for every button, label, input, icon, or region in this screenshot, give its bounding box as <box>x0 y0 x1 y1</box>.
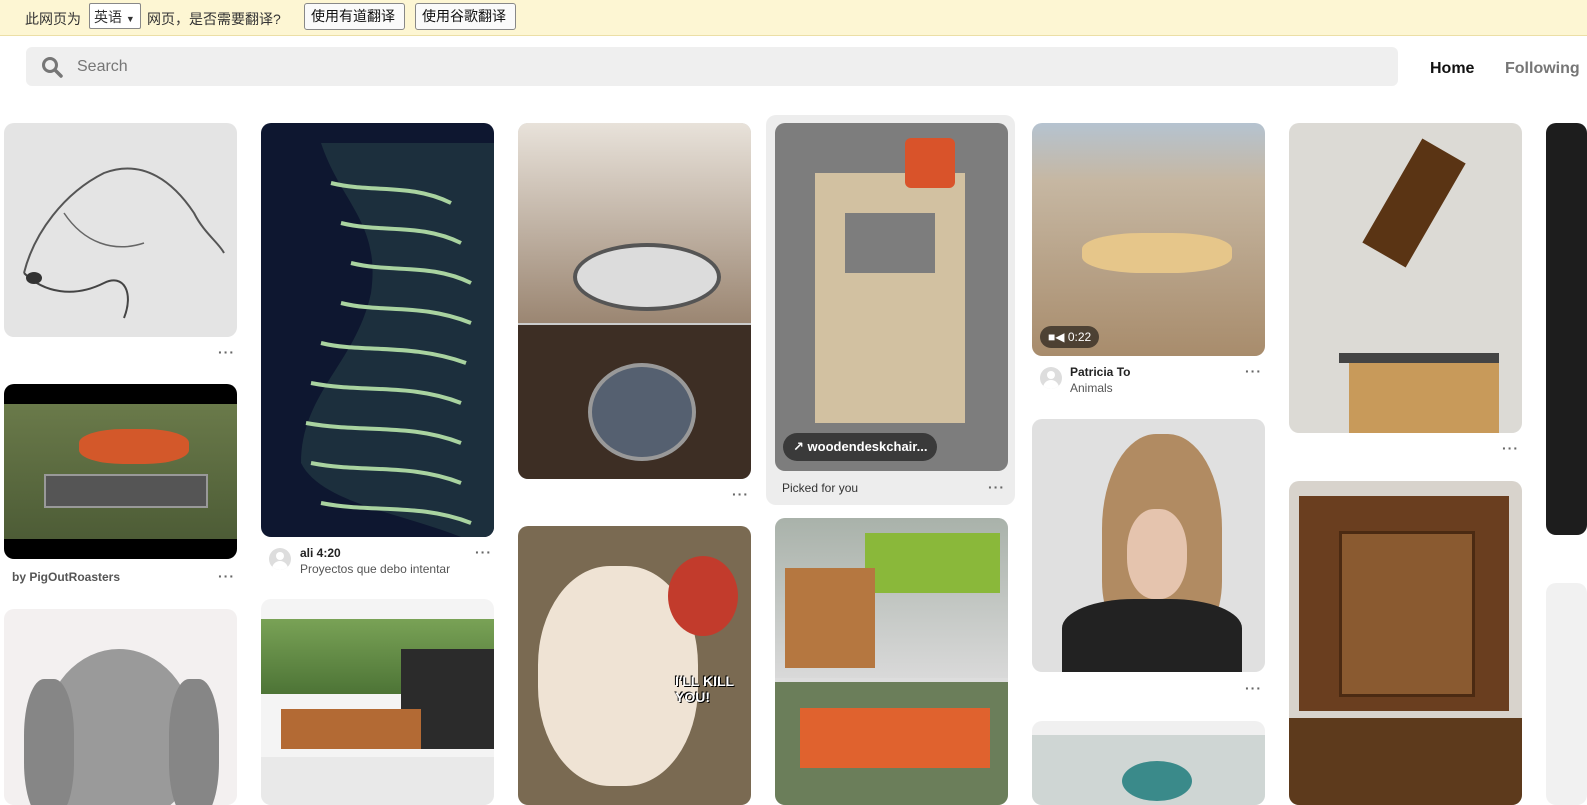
video-duration: 0:22 <box>1067 330 1092 344</box>
wood-posts-shape <box>785 568 875 668</box>
nav-following[interactable]: Following <box>1505 60 1580 78</box>
pin-peacock[interactable] <box>1032 721 1265 805</box>
translate-prefix: 此网页为 <box>25 11 81 27</box>
roast-pig-shape <box>79 429 189 464</box>
arrow-up-right-icon: ↗ <box>793 439 804 454</box>
pin-board-name[interactable]: Proyectos que debo intentar <box>300 562 450 576</box>
second-image <box>261 757 494 805</box>
meme-text: I'LL KILL YOU! <box>675 673 734 705</box>
video-camera-icon: ■◀ <box>1048 330 1065 344</box>
search-input[interactable]: Search <box>77 58 128 76</box>
nav-home[interactable]: Home <box>1430 60 1474 78</box>
pin-lizard-video[interactable]: ■◀ 0:22 <box>1032 123 1265 356</box>
pin-user-name[interactable]: ali 4:20 <box>300 546 341 560</box>
lizard-shape <box>1082 233 1232 273</box>
more-options-icon[interactable]: ··· <box>218 344 235 360</box>
link-domain: woodendeskchair... <box>807 439 928 454</box>
bucket-shape <box>905 138 955 188</box>
language-select[interactable]: 英语 ▼ <box>89 3 141 29</box>
pin-wine-cellar[interactable] <box>518 123 751 479</box>
pin-board-name[interactable]: Animals <box>1070 381 1113 395</box>
pin-sketch-dog[interactable] <box>4 123 237 337</box>
more-options-icon[interactable]: ··· <box>1502 440 1519 456</box>
cabinet-door-shape <box>1339 531 1475 697</box>
pin-pig-roaster[interactable] <box>4 384 237 559</box>
search-bar[interactable]: Search <box>26 47 1398 86</box>
metal-base-shape <box>1339 353 1499 363</box>
sketch-image <box>23 167 225 319</box>
more-options-icon[interactable]: ··· <box>218 568 235 584</box>
pin-user-name[interactable]: Patricia To <box>1070 365 1130 379</box>
more-options-icon[interactable]: ··· <box>732 486 749 502</box>
pin-modern-kitchen[interactable] <box>261 599 494 805</box>
pin-cinder-bench[interactable] <box>775 518 1008 805</box>
video-duration-badge: ■◀ 0:22 <box>1040 326 1100 348</box>
wood-table-shape <box>281 709 421 749</box>
pin-wood-cabinet[interactable] <box>1289 481 1522 805</box>
bunny-ear-right <box>169 679 219 805</box>
pin-cut-off[interactable] <box>1546 583 1587 805</box>
peacock-feather-shape <box>1122 761 1192 801</box>
pin-desk-base[interactable]: ↗ woodendeskchair... <box>775 123 1008 471</box>
face-shape <box>1127 509 1187 599</box>
more-options-icon[interactable]: ··· <box>1245 363 1262 379</box>
bunny-ear-left <box>24 679 74 805</box>
desk-base-image <box>815 173 965 423</box>
spiral-stair-shape <box>588 363 696 461</box>
green-cushion-shape <box>865 533 1000 593</box>
orange-bench-shape <box>800 708 990 768</box>
pin-caption[interactable]: by PigOutRoasters <box>12 570 120 584</box>
translate-question: 网页，是否需要翻译? <box>147 11 281 27</box>
more-options-icon[interactable]: ··· <box>475 544 492 560</box>
striped-figure-image <box>301 143 494 537</box>
google-translate-button[interactable]: 使用谷歌翻译 <box>415 3 516 30</box>
grill-shape <box>44 474 208 508</box>
translate-bar: 此网页为 英语 ▼ 网页，是否需要翻译? 使用有道翻译 使用谷歌翻译 <box>0 0 1587 36</box>
youdao-translate-button[interactable]: 使用有道翻译 <box>304 3 405 30</box>
pin-hairstyle[interactable] <box>1032 419 1265 672</box>
whiskey-bottle-shape <box>1362 138 1466 268</box>
roaster-image <box>4 404 237 539</box>
dropdown-arrow-icon: ▼ <box>125 14 135 24</box>
pin-bottle-holder[interactable] <box>1289 123 1522 433</box>
parrot-shape <box>668 556 738 636</box>
user-avatar[interactable] <box>1040 367 1062 389</box>
pin-bunny[interactable] <box>4 609 237 805</box>
link-badge[interactable]: ↗ woodendeskchair... <box>783 433 938 461</box>
pin-chihuahua[interactable]: I'LL KILL YOU! <box>518 526 751 805</box>
shirt-shape <box>1062 599 1242 672</box>
search-icon <box>42 57 63 78</box>
wood-stump-shape <box>1349 363 1499 433</box>
floor-hatch-shape <box>573 243 721 311</box>
desk-frame-gap <box>845 213 935 273</box>
more-options-icon[interactable]: ··· <box>1245 680 1262 696</box>
more-options-icon[interactable]: ··· <box>988 479 1005 495</box>
second-image <box>1289 718 1522 805</box>
pin-note: Picked for you <box>782 481 859 495</box>
language-value: 英语 <box>94 9 122 25</box>
pin-striped-figure[interactable] <box>261 123 494 537</box>
user-avatar[interactable] <box>269 548 291 570</box>
pin-cut-off[interactable] <box>1546 123 1587 535</box>
